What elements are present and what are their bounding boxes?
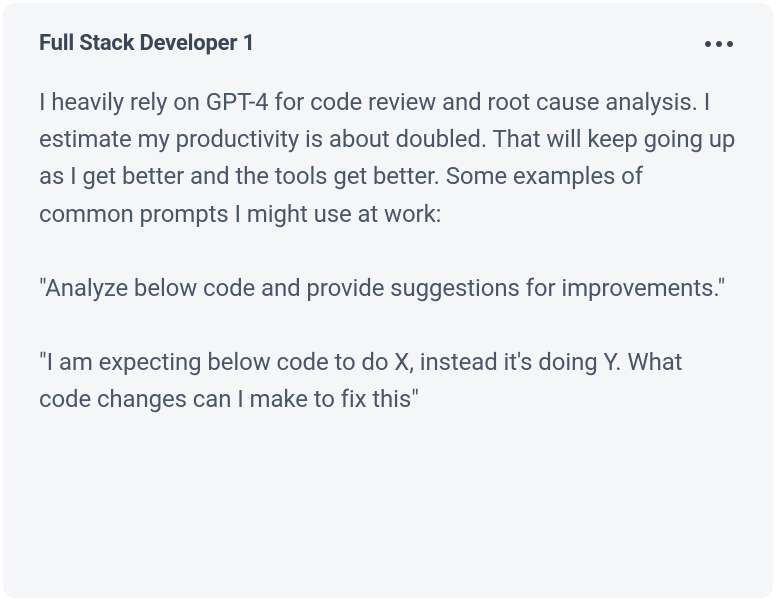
dots-icon bbox=[705, 41, 711, 47]
post-card: Full Stack Developer 1 I heavily rely on… bbox=[3, 3, 773, 598]
post-paragraph: "I am expecting below code to do X, inst… bbox=[39, 344, 737, 418]
post-paragraph: I heavily rely on GPT-4 for code review … bbox=[39, 84, 737, 233]
post-paragraph: "Analyze below code and provide suggesti… bbox=[39, 270, 737, 307]
dots-icon bbox=[716, 41, 722, 47]
post-body: I heavily rely on GPT-4 for code review … bbox=[39, 84, 737, 418]
post-header: Full Stack Developer 1 bbox=[39, 31, 737, 56]
dots-icon bbox=[727, 41, 733, 47]
author-name: Full Stack Developer 1 bbox=[39, 31, 255, 56]
more-menu-button[interactable] bbox=[701, 37, 737, 51]
